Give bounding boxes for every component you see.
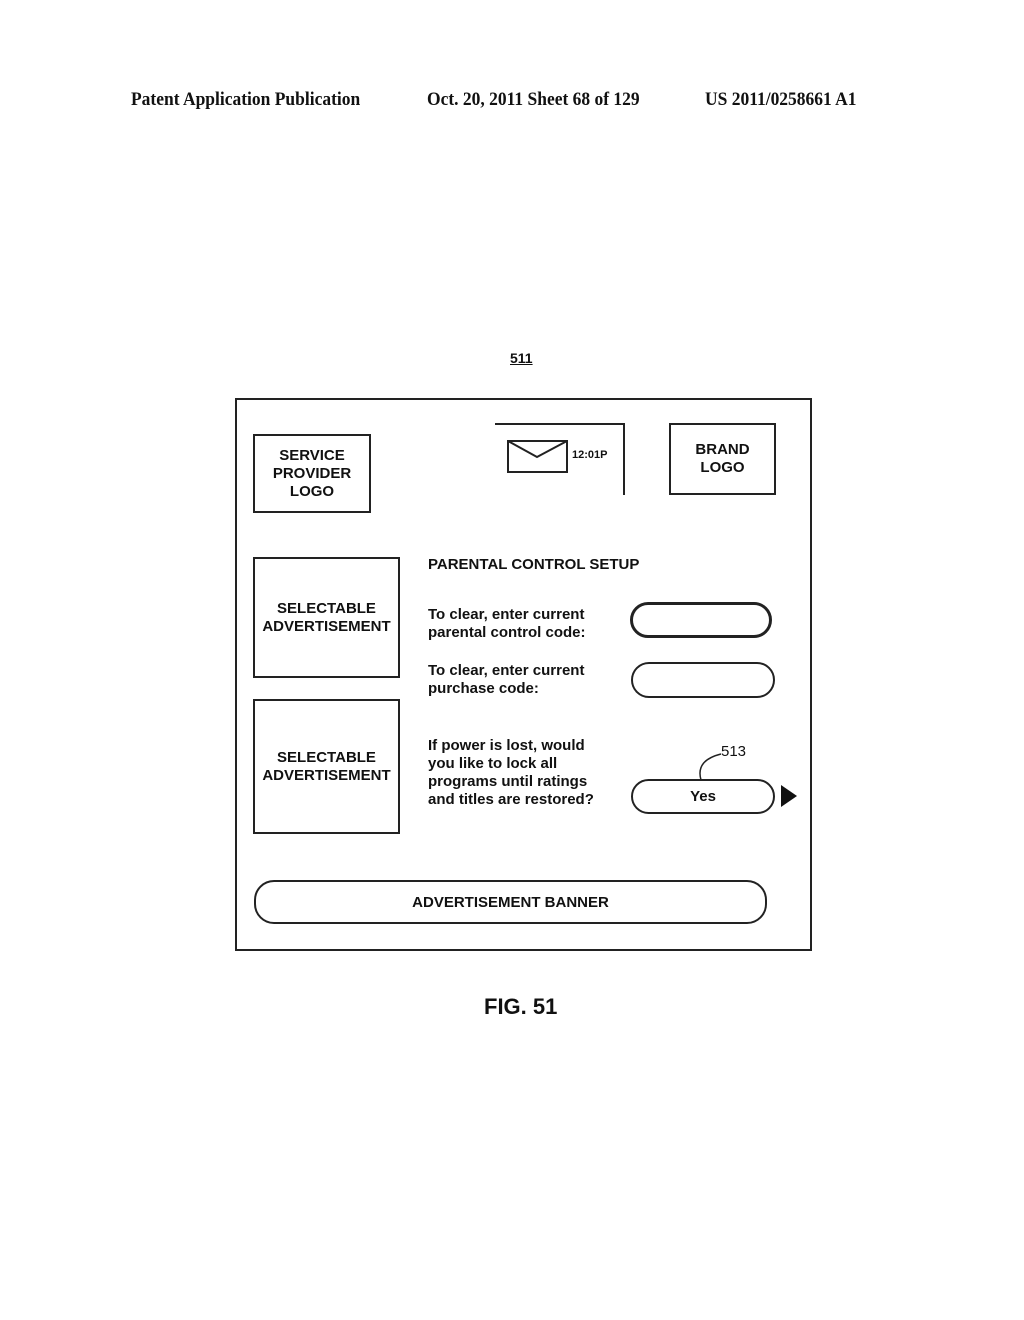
purchase-code-label: To clear, enter current purchase code: (428, 662, 585, 697)
parental-control-title: PARENTAL CONTROL SETUP (428, 556, 640, 573)
parental-code-input[interactable] (630, 602, 772, 638)
date-sheet-label: Oct. 20, 2011 Sheet 68 of 129 (427, 89, 640, 110)
publication-label: Patent Application Publication (131, 89, 361, 110)
figure-reference-number: 511 (510, 350, 533, 366)
envelope-icon[interactable] (507, 440, 568, 478)
parental-code-label: To clear, enter current parental control… (428, 606, 586, 641)
screen-frame: SERVICE PROVIDER LOGO 12:01P BRAND LOGO … (235, 398, 812, 951)
brand-logo: BRAND LOGO (669, 423, 776, 495)
lock-programs-select[interactable]: Yes (631, 779, 775, 814)
service-provider-logo: SERVICE PROVIDER LOGO (253, 434, 371, 513)
selectable-advertisement-2[interactable]: SELECTABLE ADVERTISEMENT (253, 699, 400, 834)
status-area: 12:01P (495, 423, 625, 495)
advertisement-banner[interactable]: ADVERTISEMENT BANNER (254, 880, 767, 924)
selectable-advertisement-1[interactable]: SELECTABLE ADVERTISEMENT (253, 557, 400, 678)
figure-caption: FIG. 51 (484, 994, 558, 1019)
patent-number: US 2011/0258661 A1 (705, 89, 857, 110)
triangle-right-icon[interactable] (780, 785, 798, 812)
clock-time: 12:01P (572, 449, 608, 461)
callout-leader-line (699, 753, 722, 781)
power-loss-question: If power is lost, would you like to lock… (428, 737, 594, 808)
purchase-code-input[interactable] (631, 662, 775, 698)
